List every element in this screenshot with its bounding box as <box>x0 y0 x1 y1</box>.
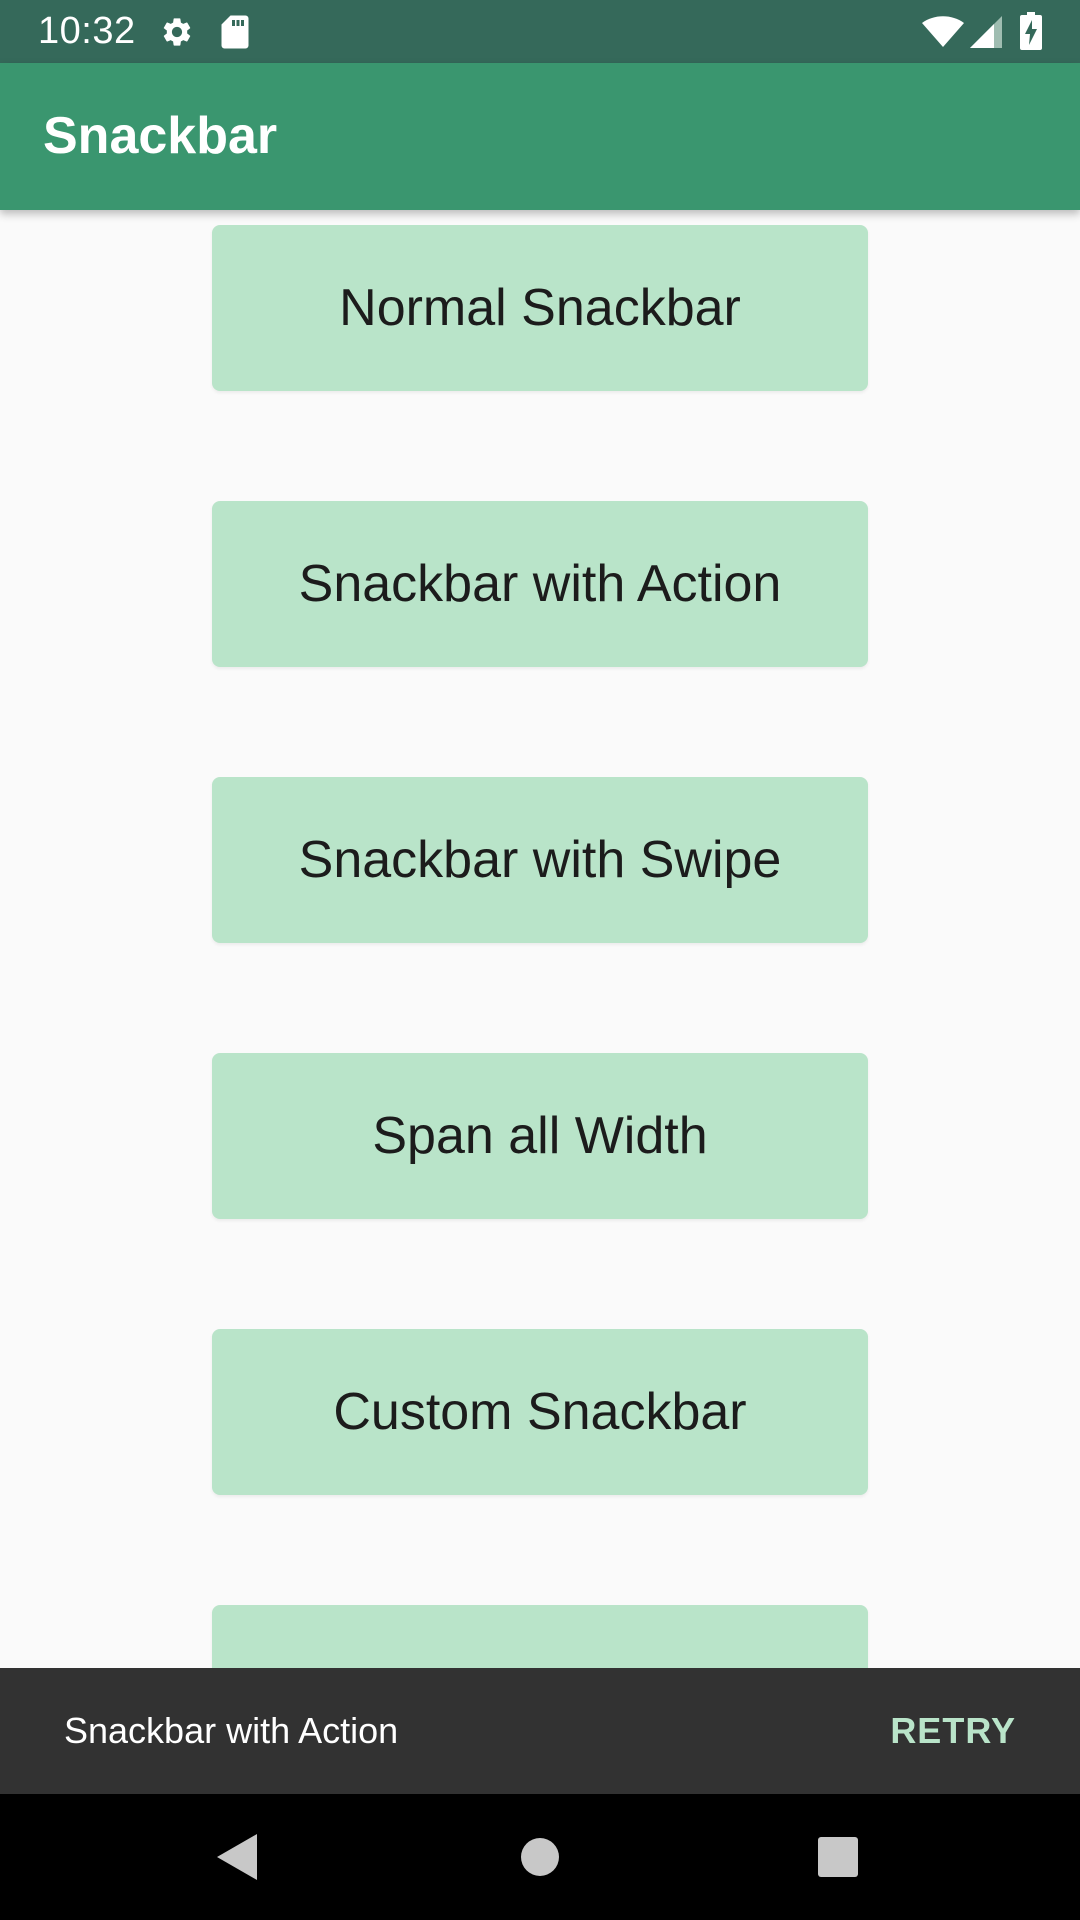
status-bar: 10:32 <box>0 0 1080 63</box>
retry-button[interactable]: RETRY <box>890 1668 1016 1794</box>
home-icon[interactable] <box>500 1794 580 1920</box>
page-title: Snackbar <box>43 107 278 165</box>
status-time: 10:32 <box>38 10 136 52</box>
cell-signal-icon <box>970 16 1002 53</box>
app-bar: Snackbar <box>0 63 1080 210</box>
snackbar: Snackbar with Action RETRY <box>0 1668 1080 1794</box>
span-all-width-button[interactable]: Span all Width <box>212 1053 868 1219</box>
recents-icon[interactable] <box>798 1794 878 1920</box>
gear-icon <box>160 15 194 54</box>
snackbar-with-action-button[interactable]: Snackbar with Action <box>212 501 868 667</box>
navigation-bar <box>0 1794 1080 1920</box>
snackbar-message: Snackbar with Action <box>64 1710 399 1751</box>
custom-snackbar-button[interactable]: Custom Snackbar <box>212 1329 868 1495</box>
wifi-icon <box>922 16 964 53</box>
back-icon[interactable] <box>198 1794 278 1920</box>
partially-visible-button[interactable] <box>212 1605 868 1668</box>
normal-snackbar-button[interactable]: Normal Snackbar <box>212 225 868 391</box>
battery-charging-icon <box>1020 12 1042 55</box>
button-list[interactable]: Normal Snackbar Snackbar with Action Sna… <box>0 210 1080 1668</box>
snackbar-with-swipe-button[interactable]: Snackbar with Swipe <box>212 777 868 943</box>
sd-card-icon <box>220 14 250 55</box>
